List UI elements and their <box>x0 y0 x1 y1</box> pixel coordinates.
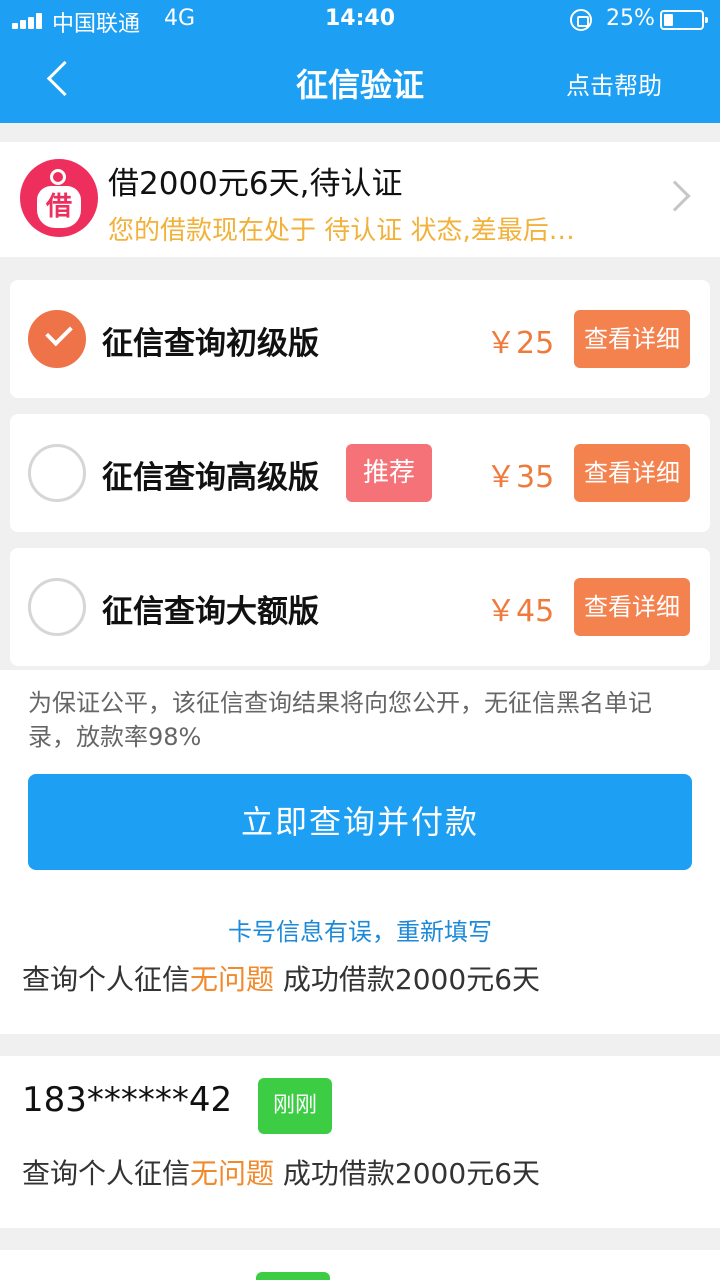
loan-title: 借2000元6天,待认证 <box>108 166 403 202</box>
option-large-amount[interactable]: 征信查询大额版 ￥45 查看详细 <box>10 548 710 666</box>
view-detail-button[interactable]: 查看详细 <box>574 578 690 636</box>
loan-description: 您的借款现在处于 待认证 状态,差最后… <box>108 216 575 246</box>
option-advanced[interactable]: 征信查询高级版 推荐 ￥35 查看详细 <box>10 414 710 532</box>
help-button[interactable]: 点击帮助 <box>566 66 662 101</box>
option-basic[interactable]: 征信查询初级版 ￥25 查看详细 <box>10 280 710 398</box>
payment-panel: 为保证公平，该征信查询结果将向您公开，无征信黑名单记录，放款率98% 立即查询并… <box>0 670 720 962</box>
battery-percent: 25% <box>606 6 655 31</box>
time-tag: 刚刚 <box>258 1078 332 1134</box>
app-header: 中国联通 4G 14:40 25% 征信验证 点击帮助 <box>0 0 720 123</box>
view-detail-button[interactable]: 查看详细 <box>574 444 690 502</box>
logo-char: 借 <box>37 186 81 228</box>
feed-item: 183******42 刚刚 查询个人征信无问题 成功借款2000元6天 <box>0 1056 720 1228</box>
view-detail-button[interactable]: 查看详细 <box>574 310 690 368</box>
option-name: 征信查询初级版 <box>102 326 319 362</box>
refill-card-link[interactable]: 卡号信息有误，重新填写 <box>0 912 720 947</box>
check-circle-icon[interactable] <box>28 310 86 368</box>
fairness-notice: 为保证公平，该征信查询结果将向您公开，无征信黑名单记录，放款率98% <box>28 689 652 751</box>
feed-item-clipped <box>0 1250 720 1280</box>
chevron-right-icon <box>659 180 691 212</box>
option-price: ￥35 <box>486 460 555 495</box>
recommend-badge: 推荐 <box>346 444 432 502</box>
query-and-pay-button[interactable]: 立即查询并付款 <box>28 774 692 870</box>
radio-circle-icon[interactable] <box>28 578 86 636</box>
status-bar: 中国联通 4G 14:40 25% <box>0 0 720 40</box>
feed-text: 查询个人征信无问题 成功借款2000元6天 <box>22 1157 541 1190</box>
feed-text: 查询个人征信无问题 成功借款2000元6天 <box>22 963 541 996</box>
time-tag <box>256 1272 330 1280</box>
orientation-lock-icon <box>570 9 592 31</box>
battery-icon <box>660 10 708 30</box>
loan-status-card[interactable]: 借 借2000元6天,待认证 您的借款现在处于 待认证 状态,差最后… <box>0 142 720 257</box>
battery-level-fill <box>664 14 673 26</box>
feed-phone: 183******42 <box>22 1080 233 1120</box>
option-name: 征信查询高级版 <box>102 460 319 496</box>
option-name: 征信查询大额版 <box>102 594 319 630</box>
option-price: ￥25 <box>486 326 555 361</box>
money-bag-knot <box>50 169 66 185</box>
loan-app-logo: 借 <box>20 159 98 237</box>
feed-item-partial: 查询个人征信无问题 成功借款2000元6天 <box>0 962 720 1034</box>
option-price: ￥45 <box>486 594 555 629</box>
radio-circle-icon[interactable] <box>28 444 86 502</box>
